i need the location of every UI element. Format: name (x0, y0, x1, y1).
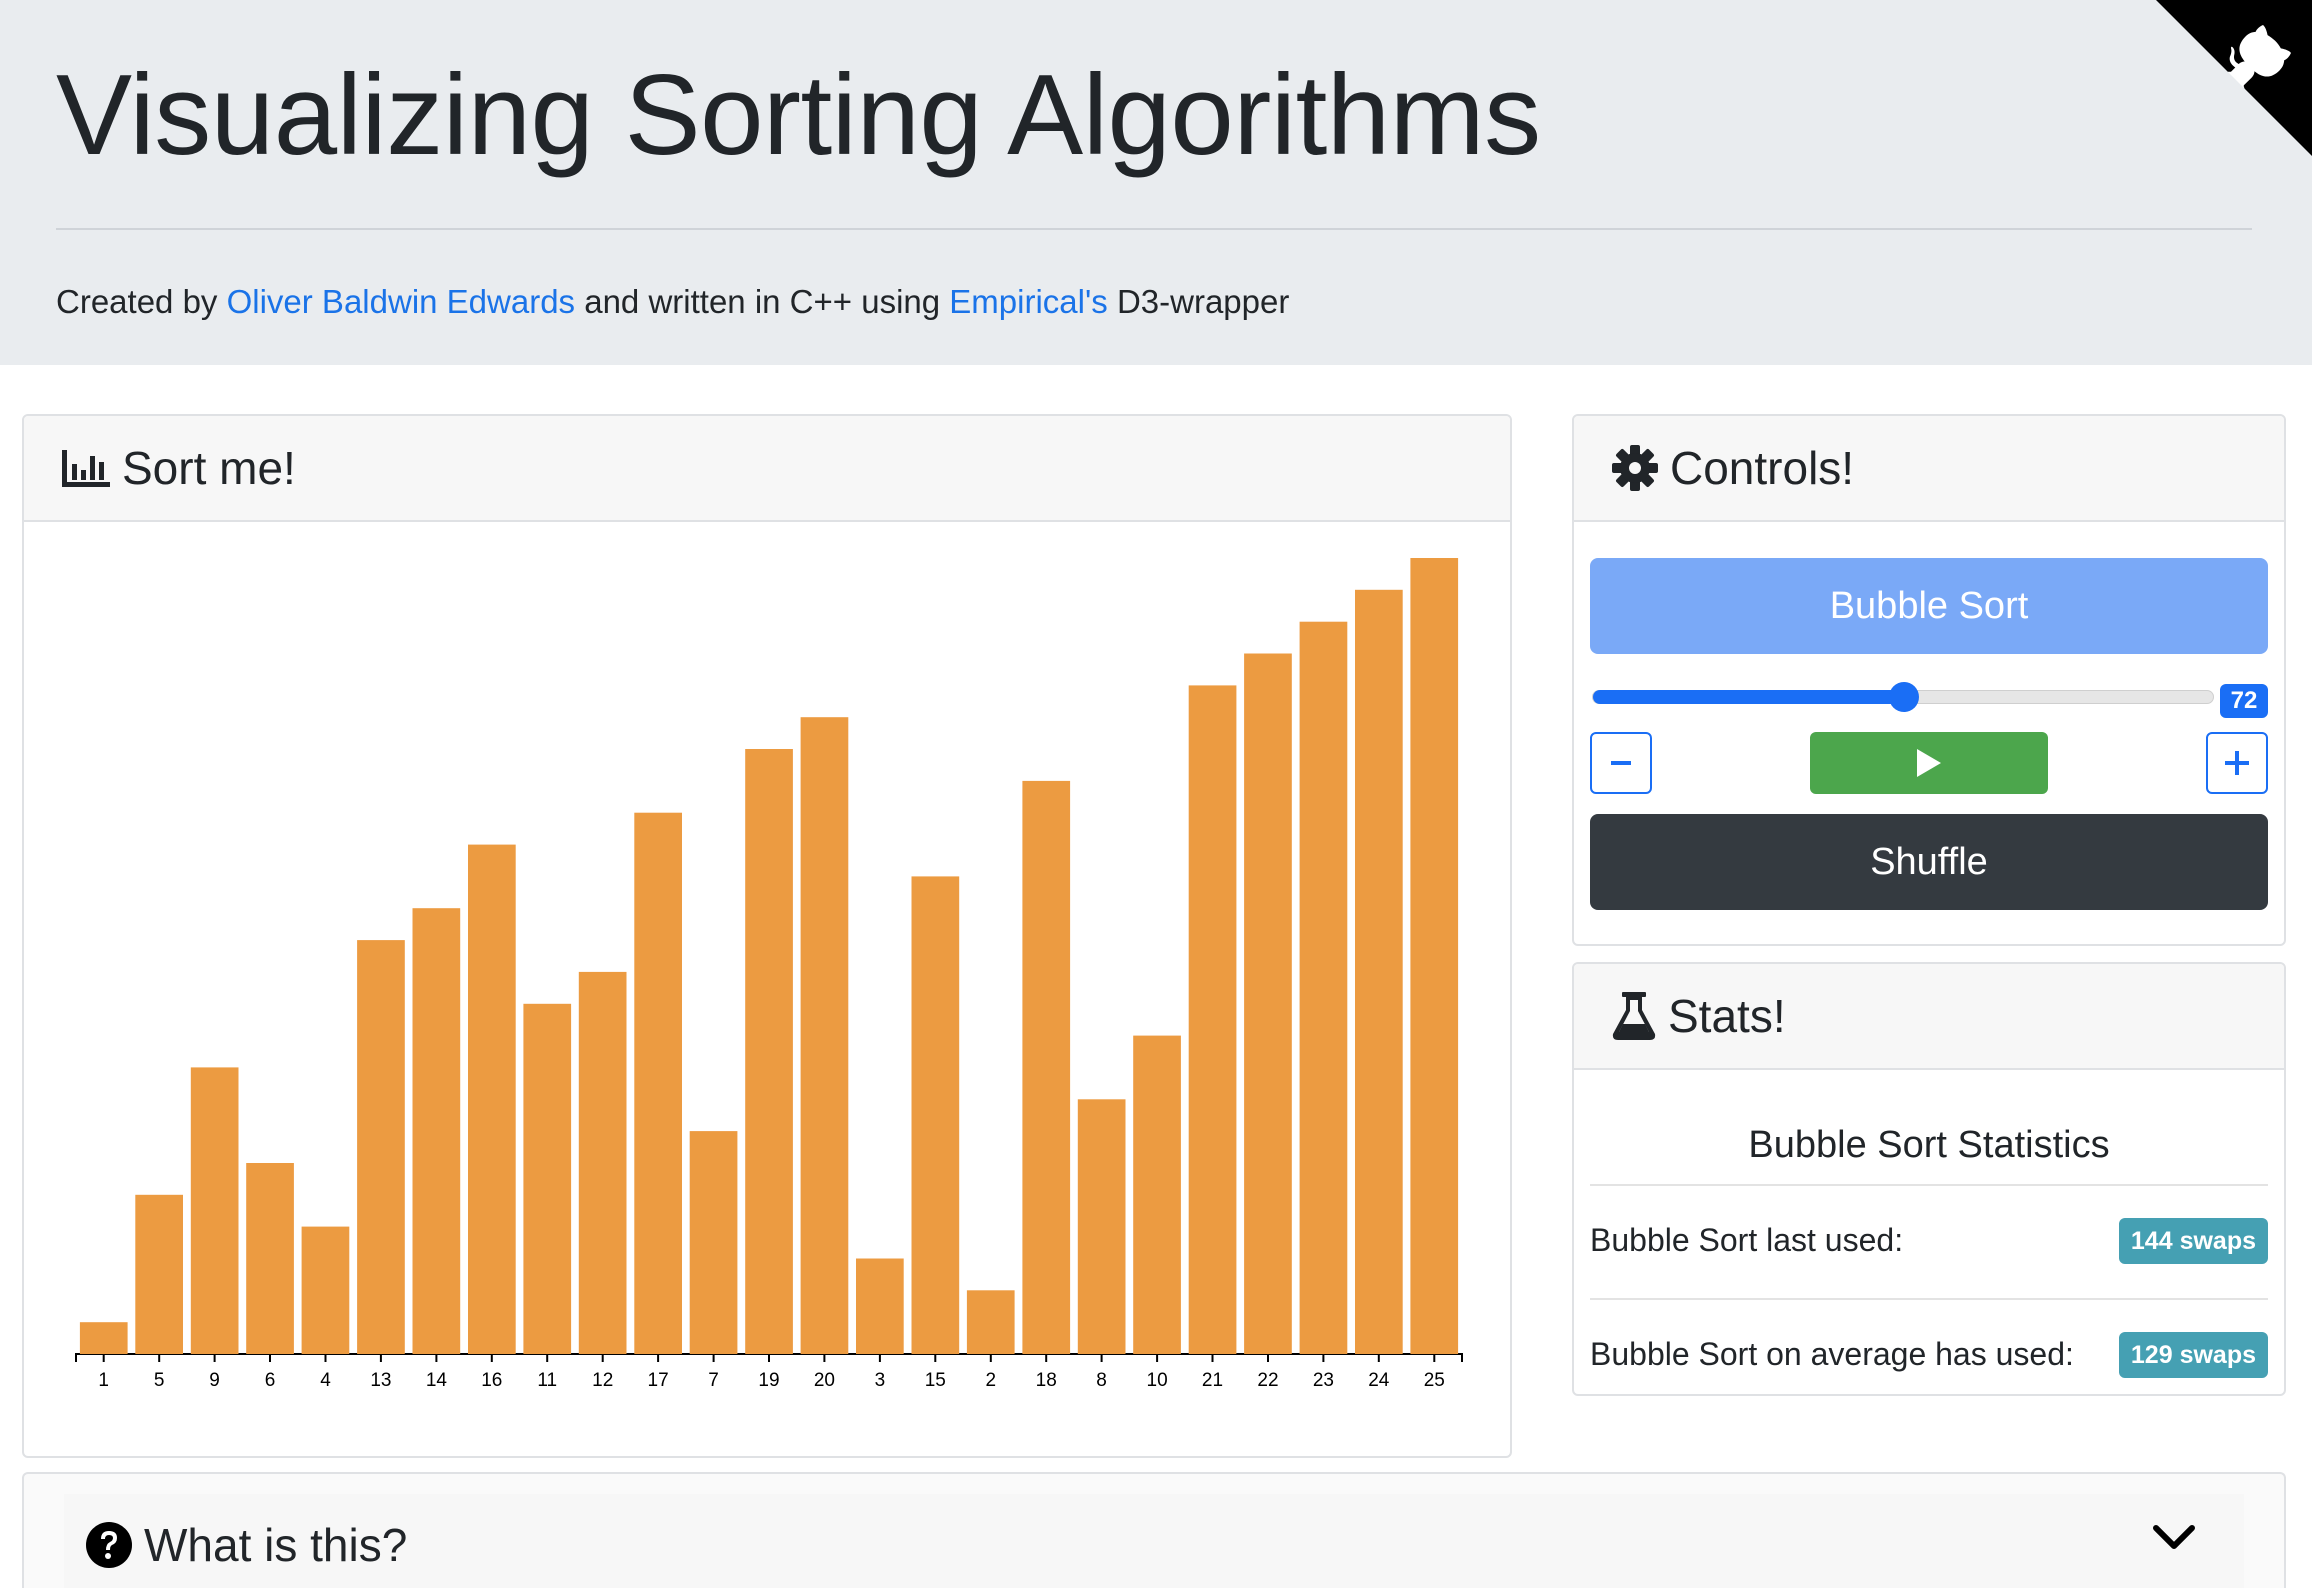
x-tick-label: 4 (320, 1370, 331, 1391)
chart-bar (301, 1226, 350, 1354)
chart-bar (634, 812, 682, 1354)
x-tick-label: 17 (648, 1370, 669, 1391)
sort-card-header: Sort me! (24, 416, 1510, 522)
x-tick-label: 22 (1257, 1370, 1278, 1391)
chart-bar (800, 717, 849, 1354)
play-button[interactable] (1810, 732, 2048, 794)
speed-slider-thumb[interactable] (1889, 682, 1919, 712)
x-tick-label: 11 (537, 1370, 557, 1391)
page-header: Visualizing Sorting Algorithms Created b… (0, 0, 2312, 365)
byline-prefix: Created by (56, 283, 227, 320)
chart-bar (1244, 653, 1292, 1354)
x-tick-label: 10 (1147, 1370, 1168, 1391)
x-tick-label: 16 (481, 1370, 502, 1391)
controls-card: Controls! Bubble Sort 72 Shuffle (1572, 414, 2286, 946)
x-tick-label: 5 (154, 1370, 165, 1391)
stats-last-used-badge: 144 swaps (2118, 1218, 2268, 1264)
stats-card: Stats! Bubble Sort Statistics Bubble Sor… (1572, 962, 2286, 1396)
about-card-toggle[interactable]: What is this? (86, 1518, 407, 1572)
chart-bar (966, 1290, 1015, 1354)
x-tick-label: 2 (986, 1370, 997, 1391)
stats-divider (1590, 1184, 2268, 1186)
x-tick-label: 18 (1036, 1370, 1057, 1391)
x-tick-label: 12 (592, 1370, 613, 1391)
x-tick-label: 8 (1096, 1370, 1107, 1391)
stats-card-title: Stats! (1668, 990, 1786, 1042)
stats-card-header: Stats! (1574, 964, 2284, 1070)
x-tick-label: 1 (98, 1370, 109, 1391)
chart-bar (1299, 621, 1348, 1354)
x-tick-label: 25 (1424, 1370, 1445, 1391)
gear-icon (1612, 445, 1658, 491)
increase-button[interactable] (2206, 732, 2268, 794)
chart-bar (745, 749, 793, 1354)
controls-card-title: Controls! (1670, 442, 1855, 494)
byline: Created by Oliver Baldwin Edwards and wr… (56, 283, 1289, 321)
author-link[interactable]: Oliver Baldwin Edwards (227, 283, 575, 320)
byline-middle: and written in C++ using (575, 283, 950, 320)
minus-icon (1611, 761, 1631, 765)
shuffle-button[interactable]: Shuffle (1590, 814, 2268, 910)
chart-bar (190, 1067, 239, 1354)
x-tick-label: 20 (814, 1370, 835, 1391)
x-tick-label: 3 (875, 1370, 886, 1391)
chart-bar (1188, 685, 1237, 1354)
header-divider (56, 228, 2252, 230)
question-circle-icon (86, 1522, 132, 1568)
speed-slider[interactable] (1592, 682, 2214, 712)
about-card: What is this? (22, 1472, 2286, 1588)
x-tick-label: 21 (1202, 1370, 1223, 1391)
chart-bar (911, 876, 960, 1354)
chart-bar (246, 1163, 294, 1354)
chart-bar (523, 1003, 572, 1354)
speed-value-badge: 72 (2220, 684, 2268, 718)
x-tick-label: 23 (1313, 1370, 1334, 1391)
chart-bar (1077, 1099, 1126, 1354)
github-octocat-icon[interactable] (2156, 0, 2312, 156)
chart-bar (79, 1322, 128, 1354)
x-tick-label: 9 (209, 1370, 220, 1391)
algorithm-button[interactable]: Bubble Sort (1590, 558, 2268, 654)
chart-bar (1022, 780, 1071, 1354)
decrease-button[interactable] (1590, 732, 1652, 794)
library-link[interactable]: Empirical's (949, 283, 1108, 320)
x-tick-label: 24 (1368, 1370, 1390, 1391)
chart-bar (135, 1194, 183, 1354)
chart-bar (1133, 1035, 1181, 1354)
stats-average-label: Bubble Sort on average has used: (1590, 1336, 2074, 1372)
x-tick-label: 15 (925, 1370, 946, 1391)
sort-card: Sort me! 1 5 9 6 4 13 14 16 11 12 17 7 19 20 3 15 2 18 8 10… (22, 414, 1512, 1458)
chart-bar (856, 1258, 904, 1354)
stats-average-badge: 129 swaps (2118, 1332, 2268, 1378)
x-tick-label: 7 (708, 1370, 719, 1391)
controls-card-header: Controls! (1574, 416, 2284, 522)
stats-heading: Bubble Sort Statistics (1748, 1124, 2110, 1166)
bar-chart-icon (62, 450, 110, 487)
stats-last-used-label: Bubble Sort last used: (1590, 1222, 1904, 1258)
x-tick-label: 13 (370, 1370, 391, 1391)
byline-suffix: D3-wrapper (1107, 283, 1290, 320)
chart-bar (1355, 589, 1403, 1354)
stats-divider (1590, 1298, 2268, 1300)
plus-icon (2225, 751, 2249, 775)
chart-bar (412, 908, 461, 1354)
chart-bar (578, 971, 627, 1354)
x-tick-label: 6 (265, 1370, 276, 1391)
sort-card-title: Sort me! (122, 442, 296, 494)
play-icon (1917, 749, 1941, 777)
page-title: Visualizing Sorting Algorithms (56, 52, 1541, 179)
chart-bar (468, 844, 516, 1354)
x-tick-label: 14 (426, 1370, 448, 1391)
chevron-down-icon[interactable] (2152, 1524, 2196, 1552)
chart-bar (1410, 558, 1459, 1354)
about-card-title: What is this? (144, 1519, 408, 1571)
speed-slider-fill (1593, 690, 1904, 704)
flask-icon (1612, 992, 1656, 1040)
chart-bar (357, 940, 405, 1354)
x-tick-label: 19 (758, 1370, 779, 1391)
sort-bar-chart: 1 5 9 6 4 13 14 16 11 12 17 7 19 20 3 15 2 18 8 10 21 22 23 24 2… (75, 558, 1463, 1391)
chart-bar (689, 1131, 738, 1354)
